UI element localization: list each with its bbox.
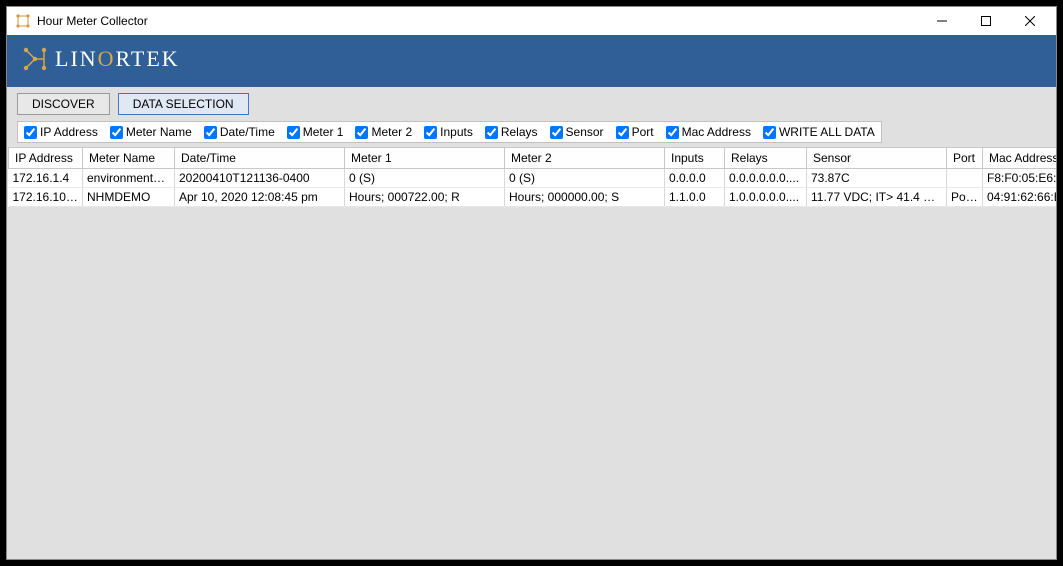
cell-dt[interactable]: 20200410T121136-0400 — [175, 169, 345, 188]
cell-m1[interactable]: 0 (S) — [345, 169, 505, 188]
cell-relays[interactable]: 1.0.0.0.0.0.... — [725, 188, 807, 207]
th-name[interactable]: Meter Name — [83, 148, 175, 169]
checkbox-input[interactable] — [666, 126, 679, 139]
checkbox-inputs[interactable]: Inputs — [424, 125, 473, 139]
checkbox-label: IP Address — [40, 125, 98, 139]
cell-sensor[interactable]: 73.87C — [807, 169, 947, 188]
table-body: 172.16.1.4environmentaltes20200410T12113… — [9, 169, 1057, 207]
table-header-row: IP Address Meter Name Date/Time Meter 1 … — [9, 148, 1057, 169]
data-grid[interactable]: IP Address Meter Name Date/Time Meter 1 … — [8, 147, 1056, 207]
th-sn[interactable]: Sensor — [807, 148, 947, 169]
titlebar: Hour Meter Collector — [7, 7, 1056, 35]
checkbox-label: Meter 1 — [303, 125, 344, 139]
checkbox-meter-1[interactable]: Meter 1 — [287, 125, 344, 139]
checkbox-ip-address[interactable]: IP Address — [24, 125, 98, 139]
th-pt[interactable]: Port — [947, 148, 983, 169]
checkbox-label: WRITE ALL DATA — [779, 125, 875, 139]
th-rl[interactable]: Relays — [725, 148, 807, 169]
checkbox-input[interactable] — [616, 126, 629, 139]
checkbox-label: Mac Address — [682, 125, 751, 139]
maximize-button[interactable] — [964, 7, 1008, 35]
brand-logo: LINORTEK — [21, 45, 180, 73]
th-m2[interactable]: Meter 2 — [505, 148, 665, 169]
checkbox-meter-name[interactable]: Meter Name — [110, 125, 192, 139]
table-row[interactable]: 172.16.10.1...NHMDEMOApr 10, 2020 12:08:… — [9, 188, 1057, 207]
cell-m1[interactable]: Hours; 000722.00; R — [345, 188, 505, 207]
th-ip[interactable]: IP Address — [9, 148, 83, 169]
checkbox-input[interactable] — [204, 126, 217, 139]
cell-name[interactable]: NHMDEMO — [83, 188, 175, 207]
checkbox-port[interactable]: Port — [616, 125, 654, 139]
checkbox-meter-2[interactable]: Meter 2 — [355, 125, 412, 139]
checkbox-input[interactable] — [24, 126, 37, 139]
app-window: Hour Meter Collector — [6, 6, 1057, 560]
cell-inputs[interactable]: 0.0.0.0 — [665, 169, 725, 188]
brand-text-accent: O — [98, 46, 116, 71]
checkbox-input[interactable] — [424, 126, 437, 139]
cell-ip[interactable]: 172.16.10.1... — [9, 188, 83, 207]
cell-mac[interactable]: 04:91:62:66:E0:DD — [983, 188, 1057, 207]
discover-button[interactable]: DISCOVER — [17, 93, 110, 115]
table-row[interactable]: 172.16.1.4environmentaltes20200410T12113… — [9, 169, 1057, 188]
cell-inputs[interactable]: 1.1.0.0 — [665, 188, 725, 207]
logo-mark-icon — [21, 45, 49, 73]
minimize-button[interactable] — [920, 7, 964, 35]
cell-port[interactable] — [947, 169, 983, 188]
cell-ip[interactable]: 172.16.1.4 — [9, 169, 83, 188]
checkbox-label: Relays — [501, 125, 538, 139]
checkbox-mac-address[interactable]: Mac Address — [666, 125, 751, 139]
checkbox-input[interactable] — [550, 126, 563, 139]
cell-port[interactable]: Port... — [947, 188, 983, 207]
close-button[interactable] — [1008, 7, 1052, 35]
checkbox-relays[interactable]: Relays — [485, 125, 538, 139]
cell-dt[interactable]: Apr 10, 2020 12:08:45 pm — [175, 188, 345, 207]
checkbox-input[interactable] — [485, 126, 498, 139]
checkbox-label: Date/Time — [220, 125, 275, 139]
th-mac[interactable]: Mac Address — [983, 148, 1057, 169]
grid-empty-area — [8, 207, 1055, 507]
cell-sensor[interactable]: 11.77 VDC; IT> 41.4 DegC — [807, 188, 947, 207]
checkbox-input[interactable] — [763, 126, 776, 139]
checkbox-sensor[interactable]: Sensor — [550, 125, 604, 139]
brand-header: LINORTEK — [7, 35, 1056, 87]
cell-relays[interactable]: 0.0.0.0.0.0.... — [725, 169, 807, 188]
cell-m2[interactable]: 0 (S) — [505, 169, 665, 188]
data-selection-button[interactable]: DATA SELECTION — [118, 93, 249, 115]
th-dt[interactable]: Date/Time — [175, 148, 345, 169]
checkbox-write-all-data[interactable]: WRITE ALL DATA — [763, 125, 875, 139]
toolbar: DISCOVER DATA SELECTION IP Address Meter … — [7, 87, 1056, 147]
brand-text-part1: LIN — [55, 46, 98, 71]
cell-mac[interactable]: F8:F0:05:E6:13:39 — [983, 169, 1057, 188]
checkbox-input[interactable] — [287, 126, 300, 139]
checkbox-input[interactable] — [355, 126, 368, 139]
cell-m2[interactable]: Hours; 000000.00; S — [505, 188, 665, 207]
cell-name[interactable]: environmentaltes — [83, 169, 175, 188]
window-title: Hour Meter Collector — [37, 14, 148, 28]
checkbox-input[interactable] — [110, 126, 123, 139]
brand-text: LINORTEK — [55, 46, 180, 72]
checkbox-label: Inputs — [440, 125, 473, 139]
data-grid-container: IP Address Meter Name Date/Time Meter 1 … — [7, 147, 1056, 559]
th-in[interactable]: Inputs — [665, 148, 725, 169]
th-m1[interactable]: Meter 1 — [345, 148, 505, 169]
checkbox-label: Sensor — [566, 125, 604, 139]
button-row: DISCOVER DATA SELECTION — [17, 93, 1046, 115]
column-checkbox-row: IP Address Meter Name Date/Time Meter 1 Mete… — [17, 121, 882, 143]
checkbox-label: Meter Name — [126, 125, 192, 139]
checkbox-label: Meter 2 — [371, 125, 412, 139]
checkbox-label: Port — [632, 125, 654, 139]
app-icon — [15, 13, 31, 29]
brand-text-part2: RTEK — [116, 46, 180, 71]
checkbox-date-time[interactable]: Date/Time — [204, 125, 275, 139]
